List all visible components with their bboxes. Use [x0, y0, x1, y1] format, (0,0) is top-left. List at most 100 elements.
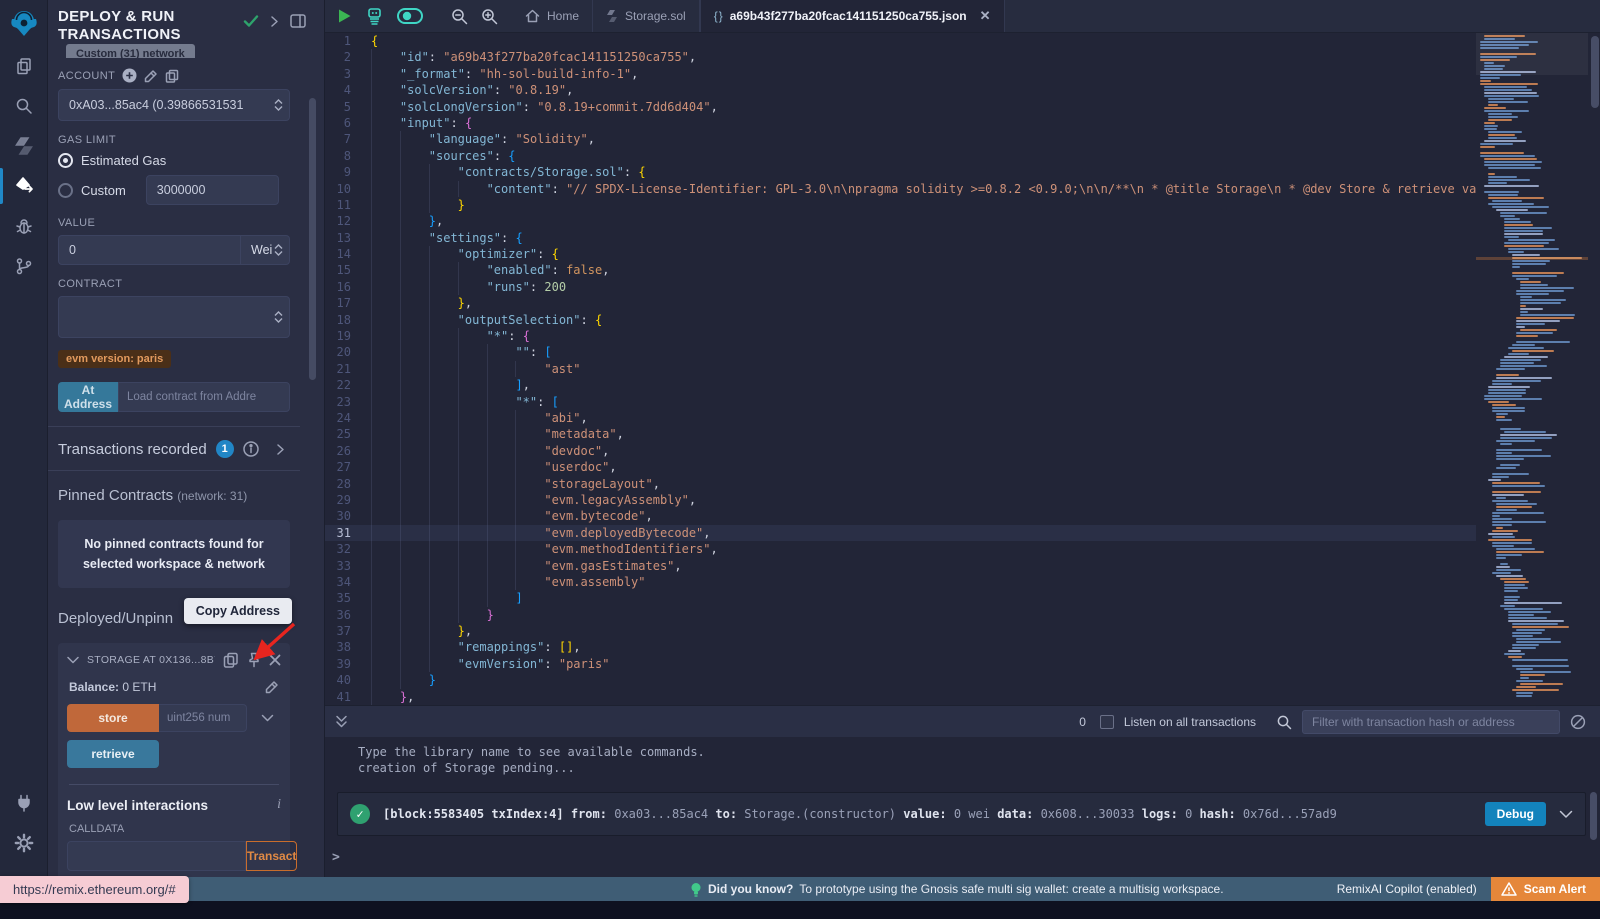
deployed-contract-card: STORAGE AT 0X136...8B78 Balance: 0 ETH s… [58, 643, 290, 883]
expand-tx-chevron-icon[interactable] [1559, 810, 1573, 819]
solidity-icon [15, 136, 33, 156]
scam-alert-button[interactable]: Scam Alert [1491, 877, 1600, 901]
tx-block-label: [block:5583405 txIndex:4] [383, 807, 564, 821]
collapse-terminal-icon[interactable] [335, 715, 348, 729]
terminal-filter-input[interactable] [1302, 710, 1560, 734]
sidepanel-scrollbar[interactable] [309, 98, 316, 380]
minimap[interactable] [1476, 33, 1588, 705]
sidebar-item-solidity-compiler[interactable] [0, 126, 48, 166]
tab-home[interactable]: Home [512, 0, 593, 32]
tab-label: a69b43f277ba20fcac141151250ca755.json [730, 9, 967, 23]
ai-assistant-robot-icon[interactable] [365, 7, 384, 25]
zoom-in-icon[interactable] [481, 8, 498, 25]
annotation-arrow [246, 620, 298, 666]
tab-label: Home [547, 9, 579, 23]
code-line: 35] [325, 590, 1477, 606]
bug-icon [14, 216, 34, 236]
terminal[interactable]: Type the library name to see available c… [325, 737, 1600, 877]
at-address-input[interactable] [118, 382, 290, 412]
tab-storage-sol[interactable]: Storage.sol [593, 0, 700, 32]
code-line: 37}, [325, 623, 1477, 639]
code-editor[interactable]: 1{2"id": "a69b43f277ba20fcac141151250ca7… [325, 33, 1600, 705]
edit-account-icon[interactable] [144, 69, 158, 83]
terminal-header: 0 Listen on all transactions [325, 705, 1600, 737]
edit-balance-icon[interactable] [265, 680, 279, 694]
close-tab-icon[interactable]: ✕ [980, 8, 991, 24]
pinned-network-label: (network: 31) [177, 489, 247, 503]
collapse-chevron-icon[interactable] [67, 656, 79, 664]
network-badge: Custom (31) network [66, 44, 195, 58]
estimated-gas-radio[interactable] [58, 153, 73, 168]
low-level-info-icon[interactable]: i [277, 797, 281, 813]
contract-select[interactable] [58, 296, 290, 338]
terminal-search-icon[interactable] [1276, 714, 1292, 730]
expand-args-chevron-icon[interactable] [261, 714, 274, 723]
account-select-value: 0xA03...85ac4 (0.39866531531 [69, 98, 243, 112]
terminal-message: creation of Storage pending... [358, 760, 1600, 776]
code-line: 22], [325, 377, 1477, 393]
remix-logo-icon[interactable] [0, 0, 48, 46]
info-icon[interactable] [243, 441, 259, 457]
listen-all-checkbox[interactable] [1100, 715, 1114, 729]
debug-button[interactable]: Debug [1485, 802, 1546, 826]
calldata-input[interactable] [67, 841, 246, 871]
copy-account-icon[interactable] [165, 69, 179, 83]
tab-label: Storage.sol [625, 9, 686, 23]
sidebar-item-workspace[interactable] [0, 46, 48, 86]
status-bar: Did you know? To prototype using the Gno… [0, 877, 1600, 901]
code-line: 30"evm.bytecode", [325, 508, 1477, 524]
transactions-recorded-label: Transactions recorded [58, 441, 207, 458]
custom-gas-input[interactable] [146, 175, 279, 205]
value-label: VALUE [58, 217, 95, 229]
tab-build-info-json[interactable]: { } a69b43f277ba20fcac141151250ca755.jso… [700, 0, 1005, 32]
expand-chevron-icon[interactable] [276, 443, 285, 456]
sidebar-item-git[interactable] [0, 246, 48, 286]
sidebar-item-search[interactable] [0, 86, 48, 126]
retrieve-function-button[interactable]: retrieve [67, 740, 159, 768]
transaction-log-row[interactable]: ✓ [block:5583405 txIndex:4] from: 0xa03.… [337, 792, 1586, 836]
editor-scrollbar[interactable] [1591, 36, 1599, 108]
code-line: 21"ast" [325, 361, 1477, 377]
listen-all-label: Listen on all transactions [1124, 715, 1256, 729]
tx-success-check-icon: ✓ [350, 804, 370, 824]
pending-tx-count: 0 [1079, 715, 1086, 729]
layout-panel-icon[interactable] [290, 14, 306, 28]
warning-triangle-icon [1501, 882, 1517, 896]
code-line: 3"_format": "hh-sol-build-info-1", [325, 66, 1477, 82]
value-input[interactable] [58, 235, 241, 265]
custom-gas-label: Custom [81, 183, 126, 198]
contract-instance-title[interactable]: STORAGE AT 0X136...8B78 [87, 654, 215, 666]
copilot-status[interactable]: RemixAI Copilot (enabled) [1337, 882, 1477, 896]
zoom-out-icon[interactable] [451, 8, 468, 25]
run-script-play-icon[interactable] [337, 8, 352, 24]
at-address-button[interactable]: At Address [58, 382, 118, 412]
code-line: 33"evm.gasEstimates", [325, 558, 1477, 574]
code-line: 23"*": [ [325, 394, 1477, 410]
account-select[interactable]: 0xA03...85ac4 (0.39866531531 [58, 89, 290, 121]
gear-icon [14, 833, 34, 853]
code-line: 41}, [325, 689, 1477, 705]
rail-bottom-group [0, 783, 48, 863]
value-unit-select[interactable]: Wei [241, 235, 290, 265]
sidebar-item-deploy-and-run[interactable] [0, 166, 48, 206]
copy-address-icon[interactable] [223, 652, 239, 668]
code-line: 36} [325, 607, 1477, 623]
sidebar-item-settings[interactable] [0, 823, 48, 863]
terminal-prompt[interactable]: > [332, 850, 340, 865]
store-arg-input[interactable] [159, 704, 247, 732]
pin-panel-chevron-icon[interactable] [270, 15, 279, 28]
transact-button[interactable]: Transact [246, 841, 297, 871]
add-account-icon[interactable] [122, 68, 137, 83]
pinned-empty-message: No pinned contracts found for selected w… [58, 520, 290, 588]
terminal-scrollbar[interactable] [1590, 792, 1597, 840]
custom-gas-radio[interactable] [58, 183, 73, 198]
minimap-viewport [1476, 33, 1588, 75]
clear-terminal-icon[interactable] [1570, 714, 1586, 730]
transactions-recorded-row[interactable]: Transactions recorded 1 [58, 427, 290, 470]
copilot-toggle-icon[interactable] [397, 8, 423, 24]
sidebar-item-plugin-manager[interactable] [0, 783, 48, 823]
active-indicator [0, 168, 3, 204]
json-file-icon: { } [714, 9, 723, 23]
sidebar-item-debugger[interactable] [0, 206, 48, 246]
store-function-button[interactable]: store [67, 704, 159, 732]
